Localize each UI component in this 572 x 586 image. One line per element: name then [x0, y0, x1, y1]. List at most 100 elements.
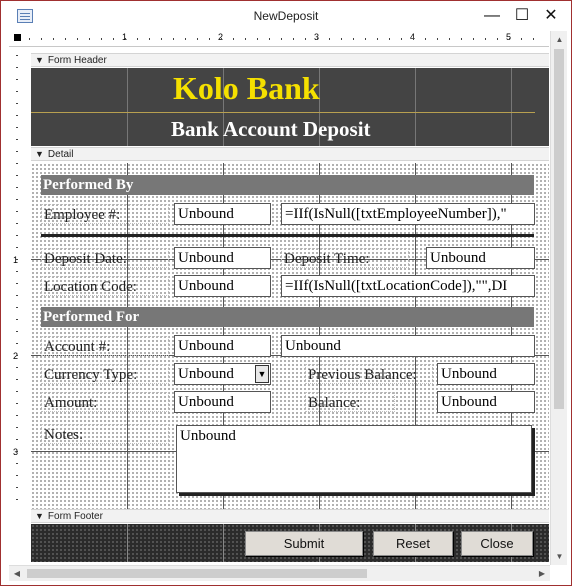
form-design-window: NewDeposit — ☐ ✕ 1 2 3 4 5 1 2 3 ▼ Form H… [0, 0, 572, 586]
scroll-up-icon[interactable]: ▲ [551, 31, 568, 48]
ruler-tick [389, 38, 390, 40]
detail-label: Detail [47, 149, 74, 160]
ruler-tick [317, 38, 318, 40]
scroll-down-icon[interactable]: ▼ [551, 548, 568, 565]
form-footer-band[interactable]: Submit Reset Close [31, 524, 549, 562]
ruler-tick [89, 38, 90, 40]
section-arrow-icon: ▼ [35, 511, 44, 521]
ruler-tick [401, 38, 402, 40]
close-button[interactable]: Close [461, 531, 533, 556]
brand-title[interactable]: Kolo Bank [173, 70, 320, 107]
ruler-tick [16, 355, 18, 356]
form-footer-section-bar[interactable]: ▼ Form Footer [31, 509, 549, 523]
location-code-field[interactable]: Unbound [174, 275, 271, 297]
detail-section-bar[interactable]: ▼ Detail [31, 147, 549, 161]
account-label[interactable]: Account #: [41, 336, 169, 356]
deposit-date-field[interactable]: Unbound [174, 247, 271, 269]
performed-for-band[interactable]: Performed For [41, 307, 534, 327]
location-code-label[interactable]: Location Code: [41, 276, 169, 296]
notes-textarea[interactable]: Unbound [176, 425, 532, 493]
ruler-number: 5 [506, 32, 512, 42]
currency-type-label[interactable]: Currency Type: [41, 364, 169, 384]
performed-by-band[interactable]: Performed By [41, 175, 534, 195]
ruler-tick [16, 415, 18, 416]
ruler-tick [16, 271, 18, 272]
horizontal-scrollbar[interactable]: ◀ ▶ [9, 565, 550, 581]
ruler-tick [449, 38, 450, 40]
amount-field[interactable]: Unbound [174, 391, 271, 413]
ruler-tick [16, 175, 18, 176]
title-bar: NewDeposit — ☐ ✕ [1, 1, 571, 31]
ruler-tick [16, 307, 18, 308]
account-number-field[interactable]: Unbound [174, 335, 271, 357]
employee-number-field[interactable]: Unbound [174, 203, 271, 225]
ruler-tick [16, 223, 18, 224]
ruler-number: 2 [218, 32, 224, 42]
balance-label[interactable]: Balance: [305, 392, 395, 412]
ruler-tick [16, 67, 18, 68]
grid-line [415, 68, 416, 146]
close-window-button[interactable]: ✕ [538, 5, 564, 27]
ruler-tick [473, 38, 474, 40]
scroll-right-icon[interactable]: ▶ [534, 566, 550, 582]
ruler-tick [257, 38, 258, 40]
header-divider [31, 112, 535, 113]
minimize-button[interactable]: — [479, 5, 505, 27]
balance-field[interactable]: Unbound [437, 391, 535, 413]
ruler-tick [281, 38, 282, 40]
deposit-time-field[interactable]: Unbound [426, 247, 535, 269]
ruler-tick [16, 295, 18, 296]
ruler-tick [149, 38, 150, 40]
vertical-ruler[interactable]: 1 2 3 [9, 51, 25, 511]
ruler-tick [353, 38, 354, 40]
form-header-section-bar[interactable]: ▼ Form Header [31, 53, 549, 67]
ruler-tick [16, 487, 18, 488]
vertical-scroll-thumb[interactable] [554, 49, 564, 409]
ruler-tick [16, 79, 18, 80]
grid-line [127, 524, 128, 562]
ruler-tick [16, 259, 18, 260]
dropdown-arrow-icon[interactable]: ▼ [255, 365, 269, 383]
deposit-date-label[interactable]: Deposit Date: [41, 248, 169, 268]
ruler-tick [377, 38, 378, 40]
maximize-button[interactable]: ☐ [509, 5, 535, 27]
ruler-number: 3 [314, 32, 320, 42]
ruler-tick [293, 38, 294, 40]
section-separator [41, 234, 534, 237]
employee-label[interactable]: Employee #: [41, 204, 169, 224]
deposit-time-label[interactable]: Deposit Time: [281, 248, 409, 268]
horizontal-ruler[interactable]: 1 2 3 4 5 [9, 31, 549, 47]
ruler-tick [16, 163, 18, 164]
notes-label[interactable]: Notes: [41, 424, 169, 444]
ruler-tick [16, 475, 18, 476]
ruler-tick [16, 343, 18, 344]
form-header-band[interactable]: Kolo Bank Bank Account Deposit [31, 68, 549, 146]
form-subtitle[interactable]: Bank Account Deposit [171, 117, 371, 142]
ruler-tick [16, 139, 18, 140]
ruler-tick [16, 211, 18, 212]
account-name-field[interactable]: Unbound [281, 335, 535, 357]
ruler-tick [16, 391, 18, 392]
location-name-expression[interactable]: =IIf(IsNull([txtLocationCode]),"",DI [281, 275, 535, 297]
ruler-tick [16, 247, 18, 248]
ruler-number: 2 [13, 351, 19, 361]
ruler-tick [101, 38, 102, 40]
submit-button[interactable]: Submit [245, 531, 363, 556]
section-arrow-icon: ▼ [35, 149, 44, 159]
reset-button[interactable]: Reset [373, 531, 453, 556]
horizontal-scroll-thumb[interactable] [27, 569, 367, 578]
ruler-tick [209, 38, 210, 40]
amount-label[interactable]: Amount: [41, 392, 169, 412]
ruler-tick [137, 38, 138, 40]
ruler-tick [197, 38, 198, 40]
ruler-corner-selector[interactable] [14, 34, 21, 41]
scroll-left-icon[interactable]: ◀ [9, 566, 25, 582]
grid-line [127, 68, 128, 146]
employee-name-expression[interactable]: =IIf(IsNull([txtEmployeeNumber])," [281, 203, 535, 225]
ruler-number: 1 [13, 255, 19, 265]
vertical-scrollbar[interactable]: ▲ ▼ [550, 31, 567, 565]
previous-balance-label[interactable]: Previous Balance: [305, 364, 433, 384]
ruler-tick [41, 38, 42, 40]
detail-section[interactable]: Performed By Employee #: Unbound =IIf(Is… [31, 163, 549, 509]
previous-balance-field[interactable]: Unbound [437, 363, 535, 385]
